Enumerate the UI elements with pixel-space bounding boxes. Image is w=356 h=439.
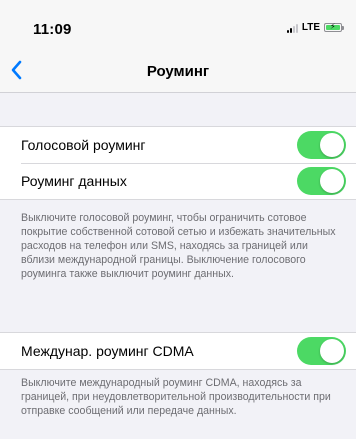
navigation-bar: Роуминг bbox=[0, 48, 356, 93]
page-title: Роуминг bbox=[146, 63, 210, 80]
cdma-roaming-toggle[interactable] bbox=[297, 337, 346, 365]
data-roaming-row: Роуминг данных bbox=[0, 163, 356, 199]
cdma-roaming-group: Междунар. роуминг CDMA bbox=[0, 332, 356, 370]
voice-roaming-toggle[interactable] bbox=[297, 131, 346, 159]
status-bar: 11:09 LTE ⚡ bbox=[0, 0, 356, 48]
data-roaming-label: Роуминг данных bbox=[21, 173, 127, 189]
status-time: 11:09 bbox=[33, 21, 72, 38]
roaming-settings-group: Голосовой роуминг Роуминг данных bbox=[0, 126, 356, 200]
roaming-footer-text: Выключите голосовой роуминг, чтобы огран… bbox=[21, 212, 336, 280]
cdma-roaming-label: Междунар. роуминг CDMA bbox=[21, 343, 194, 359]
cdma-footer-text: Выключите международный роуминг CDMA, на… bbox=[21, 377, 331, 417]
signal-icon bbox=[286, 23, 298, 33]
cdma-roaming-row: Междунар. роуминг CDMA bbox=[0, 333, 356, 369]
data-roaming-toggle[interactable] bbox=[297, 167, 346, 195]
battery-icon: ⚡ bbox=[324, 22, 344, 32]
voice-roaming-label: Голосовой роуминг bbox=[21, 137, 146, 153]
status-indicators: LTE ⚡ bbox=[286, 22, 344, 33]
network-type-label: LTE bbox=[301, 22, 320, 33]
voice-roaming-row: Голосовой роуминг bbox=[0, 127, 356, 163]
